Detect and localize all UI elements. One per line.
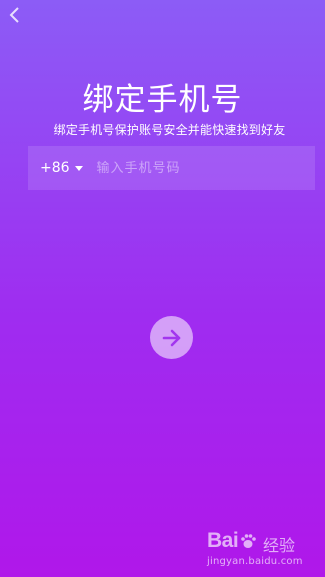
country-code-selector[interactable]: +86 [40,146,83,190]
arrow-right-icon [162,329,180,346]
phone-input-row: +86 [28,145,315,191]
baidu-logo: Bai [207,529,258,553]
page-subtitle: 绑定手机号保护账号安全并能快速找到好友 [53,123,286,137]
paw-icon [239,532,257,550]
back-button[interactable] [4,4,26,26]
phone-number-input[interactable] [94,145,315,191]
baidu-logo-text: Bai [207,529,239,552]
chevron-left-icon [9,7,19,23]
jingyan-text: 经验 [263,536,296,555]
country-code-label: +86 [40,160,70,176]
page-title: 绑定手机号 [82,82,243,118]
watermark-url: jingyan.baidu.com [207,556,303,567]
baidu-jingyan-watermark: Bai 经验 jingyan.baidu.com [207,523,317,573]
caret-down-icon [74,165,83,171]
next-button[interactable] [150,316,193,359]
